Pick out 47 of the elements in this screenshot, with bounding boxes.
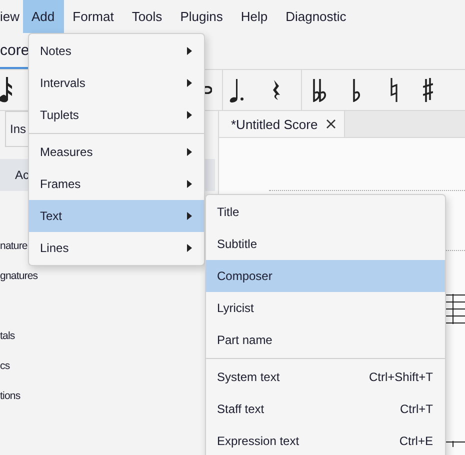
menu-item[interactable]: Text (29, 200, 204, 232)
menu-item[interactable]: Part name (206, 324, 445, 356)
submenu-arrow-icon (187, 111, 192, 119)
menu-bar-item[interactable]: Format (64, 0, 123, 33)
menu-item[interactable]: Title (206, 196, 445, 228)
flat-icon[interactable] (352, 78, 360, 102)
menu-item[interactable]: Frames (29, 168, 204, 200)
submenu-arrow-icon (187, 47, 192, 55)
staff-lines (445, 441, 465, 447)
menu-item[interactable]: Measures (29, 136, 204, 168)
menu-bar-item[interactable]: Diagnostic (276, 0, 356, 33)
natural-icon[interactable] (390, 77, 398, 103)
note-icon[interactable] (0, 75, 12, 105)
shortcut-text: Ctrl+Shift+T (368, 370, 433, 384)
palette-item[interactable]: tals (0, 321, 15, 351)
palette-item[interactable]: nature (0, 231, 28, 261)
menu-item[interactable]: Expression text Ctrl+E (206, 425, 445, 455)
menu-bar-item[interactable]: Tools (122, 0, 172, 33)
menu-item[interactable]: Staff text Ctrl+T (206, 393, 445, 425)
document-tab[interactable]: *Untitled Score (219, 111, 345, 137)
palette-item[interactable]: cs (0, 351, 10, 381)
submenu-arrow-icon (187, 148, 192, 156)
shortcut-text: Ctrl+E (399, 434, 433, 448)
close-icon[interactable] (326, 119, 336, 129)
dotted-note-icon[interactable] (229, 77, 245, 103)
submenu-arrow-icon (187, 79, 192, 87)
submenu-arrow-icon (187, 212, 192, 220)
palette-item[interactable]: tions (0, 381, 20, 411)
palette-item[interactable]: gnatures (0, 261, 38, 291)
menu-item[interactable]: Lyricist (206, 292, 445, 324)
staff-lines (445, 294, 465, 324)
submenu-arrow-icon (187, 244, 192, 252)
menu-item[interactable]: System text Ctrl+Shift+T (206, 361, 445, 393)
rest-icon[interactable] (271, 79, 281, 101)
menu-item[interactable]: Subtitle (206, 228, 445, 260)
menu-bar-item[interactable]: Help (232, 0, 277, 33)
menu-bar-item[interactable]: iew (0, 0, 23, 33)
menu-bar-item[interactable]: Add (22, 0, 64, 33)
shortcut-text: Ctrl+T (400, 402, 433, 416)
menu-bar-item[interactable]: Plugins (171, 0, 232, 33)
menu-item[interactable]: Composer (206, 260, 445, 292)
submenu-arrow-icon (187, 180, 192, 188)
menu-item[interactable]: Tuplets (29, 99, 204, 131)
menu-item[interactable]: Intervals (29, 67, 204, 99)
sharp-icon[interactable] (423, 77, 433, 103)
double-flat-icon[interactable] (312, 78, 326, 102)
menu-item[interactable]: Lines (29, 232, 204, 264)
